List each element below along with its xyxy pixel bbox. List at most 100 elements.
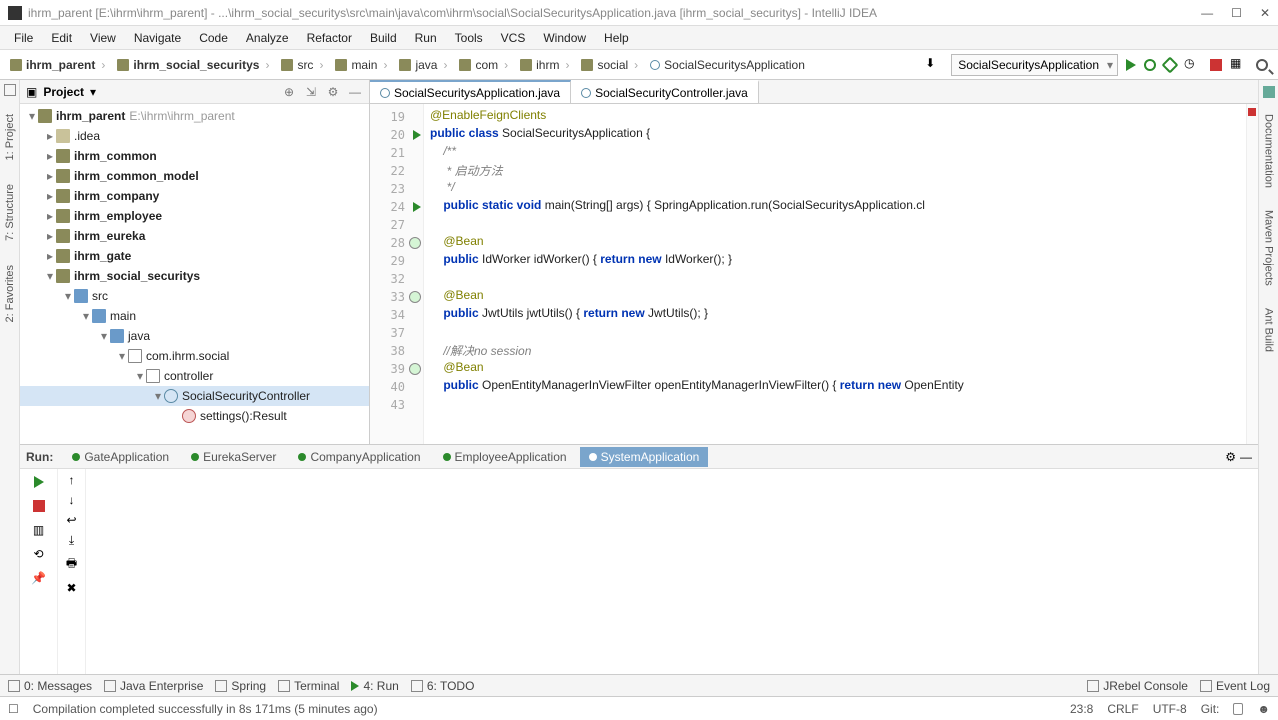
tab-documentation[interactable]: Documentation <box>1261 108 1277 194</box>
gutter-line[interactable]: 19 <box>370 108 423 126</box>
tool-eventlog[interactable]: Event Log <box>1200 679 1270 693</box>
tree-row[interactable]: ▸.idea <box>20 126 369 146</box>
error-marker[interactable] <box>1248 108 1256 116</box>
tree-twisty[interactable]: ▸ <box>44 189 56 203</box>
tab-structure[interactable]: 7: Structure <box>2 178 18 247</box>
tab-favorites[interactable]: 2: Favorites <box>2 259 18 328</box>
run-hide-icon[interactable]: — <box>1240 450 1252 464</box>
tree-twisty[interactable]: ▾ <box>44 269 56 283</box>
tree-row[interactable]: ▸ihrm_common_model <box>20 166 369 186</box>
gutter-line[interactable]: 24 <box>370 198 423 216</box>
hector-icon[interactable]: ☻ <box>1257 702 1270 716</box>
line-separator[interactable]: CRLF <box>1107 702 1138 716</box>
wrap-icon[interactable]: ↩ <box>66 513 76 527</box>
gutter-line[interactable]: 22 <box>370 162 423 180</box>
minimize-button[interactable]: — <box>1201 6 1213 20</box>
gutter-line[interactable]: 28 <box>370 234 423 252</box>
status-icon[interactable]: ☐ <box>8 702 19 716</box>
maximize-button[interactable]: ☐ <box>1231 6 1242 20</box>
menu-view[interactable]: View <box>82 29 124 47</box>
gutter-line[interactable]: 38 <box>370 342 423 360</box>
bean-gutter-icon[interactable] <box>409 363 421 375</box>
up-icon[interactable]: ↑ <box>69 473 75 487</box>
tool-terminal[interactable]: Terminal <box>278 679 339 693</box>
menu-build[interactable]: Build <box>362 29 405 47</box>
run-tab[interactable]: SystemApplication <box>580 447 709 467</box>
debug-button[interactable] <box>1144 59 1156 71</box>
tree-twisty[interactable]: ▸ <box>44 209 56 223</box>
tree-row[interactable]: ▸ihrm_common <box>20 146 369 166</box>
tree-row[interactable]: ▸ihrm_company <box>20 186 369 206</box>
bc-ihrm[interactable]: ihrm <box>516 51 577 79</box>
menu-run[interactable]: Run <box>407 29 445 47</box>
run-settings-icon[interactable]: ⚙ <box>1225 450 1236 464</box>
tree-row[interactable]: ▾src <box>20 286 369 306</box>
bean-gutter-icon[interactable] <box>409 237 421 249</box>
tree-twisty[interactable]: ▸ <box>44 249 56 263</box>
tool-java-enterprise[interactable]: Java Enterprise <box>104 679 203 693</box>
run-button[interactable] <box>1126 59 1136 71</box>
locate-icon[interactable]: ⊕ <box>281 84 297 100</box>
menu-edit[interactable]: Edit <box>43 29 80 47</box>
rerun-button[interactable] <box>30 473 48 491</box>
run-gutter-icon[interactable] <box>413 130 421 140</box>
gutter-line[interactable]: 43 <box>370 396 423 414</box>
search-everywhere-icon[interactable] <box>1256 59 1268 71</box>
menu-file[interactable]: File <box>6 29 41 47</box>
tree-row[interactable]: ▸ihrm_employee <box>20 206 369 226</box>
tree-twisty[interactable]: ▾ <box>134 369 146 383</box>
run-tab[interactable]: CompanyApplication <box>289 447 429 467</box>
menu-analyze[interactable]: Analyze <box>238 29 297 47</box>
coverage-button[interactable] <box>1162 56 1179 73</box>
bc-main[interactable]: main <box>331 51 395 79</box>
stop-button[interactable] <box>1210 59 1222 71</box>
tool-spring[interactable]: Spring <box>215 679 266 693</box>
tree-twisty[interactable]: ▸ <box>44 229 56 243</box>
tree-twisty[interactable]: ▾ <box>152 389 164 403</box>
gutter-line[interactable]: 37 <box>370 324 423 342</box>
tree-twisty[interactable]: ▾ <box>62 289 74 303</box>
menu-navigate[interactable]: Navigate <box>126 29 189 47</box>
gutter-line[interactable]: 23 <box>370 180 423 198</box>
menu-tools[interactable]: Tools <box>447 29 491 47</box>
gutter-line[interactable]: 32 <box>370 270 423 288</box>
project-view-dropdown[interactable]: ▾ <box>90 85 96 99</box>
tree-twisty[interactable]: ▸ <box>44 129 56 143</box>
tree-row[interactable]: ▸ihrm_eureka <box>20 226 369 246</box>
run-gutter-icon[interactable] <box>413 202 421 212</box>
tree-row[interactable]: ▾controller <box>20 366 369 386</box>
gutter-line[interactable]: 40 <box>370 378 423 396</box>
gutter-line[interactable]: 20 <box>370 126 423 144</box>
restore-layout-button[interactable]: ⟲ <box>30 545 48 563</box>
tree-row[interactable]: ▾java <box>20 326 369 346</box>
tree-row[interactable]: ▾SocialSecurityController <box>20 386 369 406</box>
gutter-line[interactable]: 29 <box>370 252 423 270</box>
hide-icon[interactable]: — <box>347 84 363 100</box>
layout-button[interactable]: ▦ <box>1230 56 1248 74</box>
tab-maven[interactable]: Maven Projects <box>1261 204 1277 292</box>
bc-class[interactable]: SocialSecuritysApplication <box>646 51 819 79</box>
tree-row[interactable]: ▾main <box>20 306 369 326</box>
bc-social[interactable]: social <box>577 51 646 79</box>
editor-tab[interactable]: SocialSecuritysApplication.java <box>370 80 571 103</box>
cursor-position[interactable]: 23:8 <box>1070 702 1093 716</box>
tree-twisty[interactable]: ▾ <box>116 349 128 363</box>
project-view-icon[interactable]: ▣ <box>26 85 37 99</box>
menu-vcs[interactable]: VCS <box>493 29 534 47</box>
gutter-line[interactable]: 39 <box>370 360 423 378</box>
print-icon[interactable]: 🖶 <box>66 554 77 575</box>
scroll-icon[interactable]: ⤓ <box>69 533 74 548</box>
down-icon[interactable]: ↓ <box>69 493 75 507</box>
doc-tool-icon[interactable] <box>1263 86 1275 98</box>
menu-window[interactable]: Window <box>535 29 594 47</box>
run-tab[interactable]: EmployeeApplication <box>434 447 576 467</box>
tree-twisty[interactable]: ▸ <box>44 169 56 183</box>
tree-twisty[interactable]: ▾ <box>98 329 110 343</box>
tab-ant[interactable]: Ant Build <box>1261 302 1277 358</box>
menu-help[interactable]: Help <box>596 29 637 47</box>
bc-module[interactable]: ihrm_social_securitys <box>113 51 277 79</box>
tree-row[interactable]: settings():Result <box>20 406 369 426</box>
tool-jrebel[interactable]: JRebel Console <box>1087 679 1188 693</box>
pin-button[interactable]: 📌 <box>30 569 48 587</box>
run-config-combo[interactable]: SocialSecuritysApplication <box>951 54 1118 76</box>
